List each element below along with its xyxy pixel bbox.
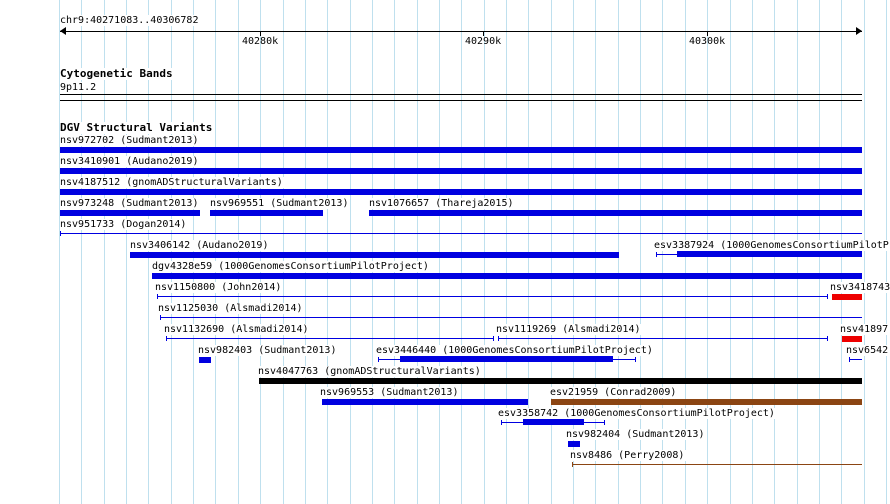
variant-label[interactable]: nsv951733 (Dogan2014): [60, 219, 189, 230]
variant-label[interactable]: nsv4187512 (gnomADStructuralVariants): [60, 177, 285, 188]
variant-bar[interactable]: [369, 210, 862, 216]
variant-label[interactable]: nsv973248 (Sudmant2013): [60, 198, 201, 209]
variant-label[interactable]: nsv969551 (Sudmant2013): [210, 198, 351, 209]
variant-bar[interactable]: [832, 294, 862, 300]
variant-line[interactable]: [498, 338, 828, 339]
ruler-tick-label: 40300k: [689, 36, 726, 47]
variant-label[interactable]: nsv1125030 (Alsmadi2014): [158, 303, 305, 314]
variant-end-tick[interactable]: [604, 420, 605, 425]
variant-label[interactable]: nsv1076657 (Thareja2015): [369, 198, 516, 209]
variant-end-tick[interactable]: [166, 336, 167, 341]
variant-bar[interactable]: [60, 168, 862, 174]
variant-line[interactable]: [60, 233, 862, 234]
dgv-title: DGV Structural Variants: [60, 121, 213, 134]
variant-label[interactable]: nsv969553 (Sudmant2013): [320, 387, 461, 398]
variant-end-tick[interactable]: [849, 357, 850, 362]
variant-end-tick[interactable]: [160, 315, 161, 320]
position-label: chr9:40271083..40306782: [60, 15, 201, 26]
variant-end-tick[interactable]: [635, 357, 636, 362]
variant-end-tick[interactable]: [501, 420, 502, 425]
variant-line[interactable]: [572, 464, 862, 465]
variant-bar[interactable]: [523, 419, 584, 425]
variant-label[interactable]: esv21959 (Conrad2009): [550, 387, 679, 398]
variant-bar[interactable]: [568, 441, 580, 447]
ruler-axis: [60, 31, 862, 32]
variant-label[interactable]: nsv8486 (Perry2008): [570, 450, 687, 461]
ruler-tick-label: 40280k: [242, 36, 279, 47]
variant-label[interactable]: esv3446440 (1000GenomesConsortiumPilotPr…: [376, 345, 655, 356]
variant-label[interactable]: nsv1132690 (Alsmadi2014): [164, 324, 311, 335]
variant-label[interactable]: nsv3406142 (Audano2019): [130, 240, 271, 251]
variant-label[interactable]: nsv41897: [840, 324, 890, 335]
variant-bar[interactable]: [259, 378, 862, 384]
variant-bar[interactable]: [60, 189, 862, 195]
variant-label[interactable]: dgv4328e59 (1000GenomesConsortiumPilotPr…: [152, 261, 431, 272]
variant-bar[interactable]: [322, 399, 528, 405]
variant-end-tick[interactable]: [157, 294, 158, 299]
variant-bar[interactable]: [199, 357, 211, 363]
variant-end-tick[interactable]: [827, 336, 828, 341]
variant-end-tick[interactable]: [572, 462, 573, 467]
variant-end-tick[interactable]: [493, 336, 494, 341]
ruler-arrow-left: [60, 27, 66, 35]
variant-line[interactable]: [849, 359, 862, 360]
variant-bar[interactable]: [210, 210, 323, 216]
variant-line[interactable]: [157, 296, 828, 297]
variant-end-tick[interactable]: [827, 294, 828, 299]
variant-bar[interactable]: [152, 273, 862, 279]
variant-label[interactable]: nsv1150800 (John2014): [155, 282, 284, 293]
variant-label[interactable]: nsv1119269 (Alsmadi2014): [496, 324, 643, 335]
variant-label[interactable]: nsv972702 (Sudmant2013): [60, 135, 201, 146]
variant-end-tick[interactable]: [60, 231, 61, 236]
variant-label[interactable]: esv3358742 (1000GenomesConsortiumPilotPr…: [498, 408, 777, 419]
cytoband-bottom-line: [60, 100, 862, 101]
variant-bar[interactable]: [60, 147, 862, 153]
variant-end-tick[interactable]: [656, 252, 657, 257]
variant-bar[interactable]: [400, 356, 613, 362]
variant-bar[interactable]: [551, 399, 862, 405]
variant-end-tick[interactable]: [378, 357, 379, 362]
variant-label[interactable]: nsv4047763 (gnomADStructuralVariants): [258, 366, 483, 377]
variant-label[interactable]: nsv3418743: [830, 282, 890, 293]
variant-label[interactable]: nsv982403 (Sudmant2013): [198, 345, 339, 356]
grid-line: [886, 0, 887, 504]
variant-line[interactable]: [160, 317, 862, 318]
ruler-tick-label: 40290k: [465, 36, 502, 47]
variant-label[interactable]: nsv982404 (Sudmant2013): [566, 429, 707, 440]
variant-label[interactable]: esv3387924 (1000GenomesConsortiumPilotPr…: [654, 240, 890, 251]
variant-bar[interactable]: [677, 251, 862, 257]
variant-line[interactable]: [166, 338, 494, 339]
variant-bar[interactable]: [60, 210, 200, 216]
variant-bar[interactable]: [842, 336, 862, 342]
ruler-arrow-right: [856, 27, 862, 35]
grid-line: [864, 0, 865, 504]
variant-label[interactable]: nsv3410901 (Audano2019): [60, 156, 201, 167]
variant-bar[interactable]: [130, 252, 619, 258]
cytoband-title: Cytogenetic Bands: [60, 67, 173, 80]
variant-label[interactable]: nsv6542: [846, 345, 890, 356]
variant-end-tick[interactable]: [498, 336, 499, 341]
cytoband-top-line: [60, 94, 862, 95]
cytoband-label: 9p11.2: [60, 82, 99, 93]
